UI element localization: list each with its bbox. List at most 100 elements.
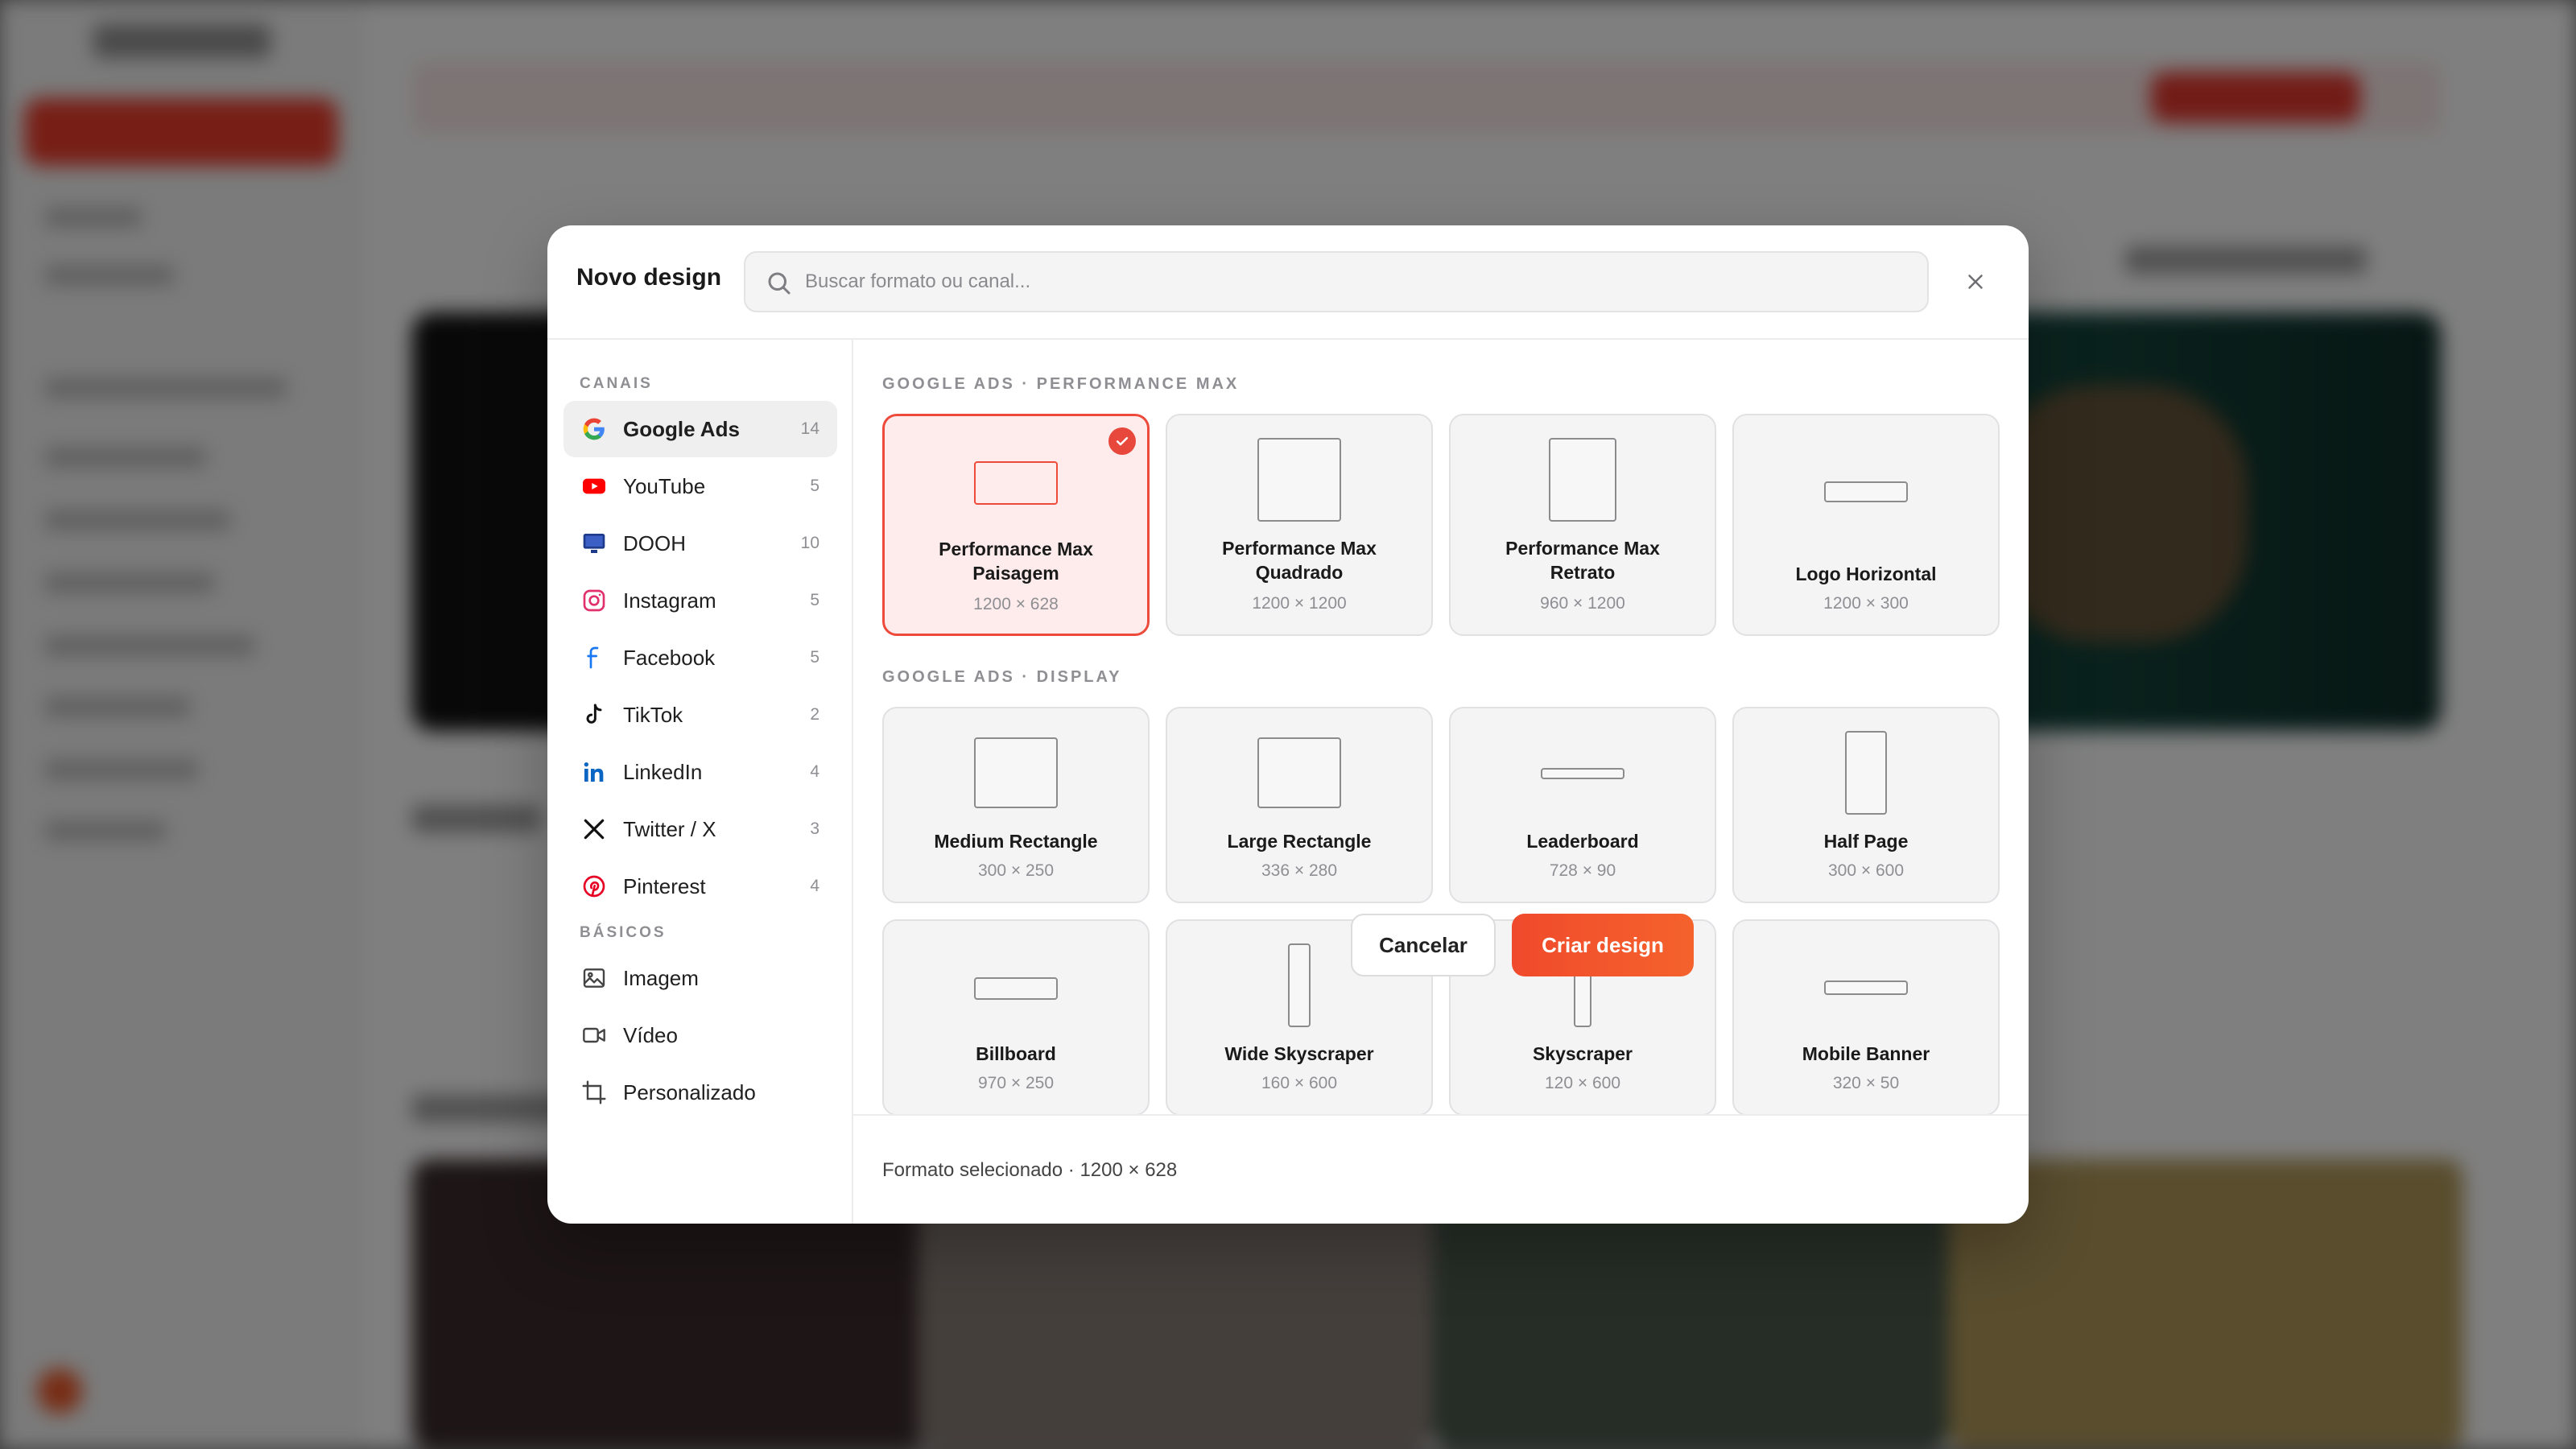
format-card-medium-rectangle[interactable]: Medium Rectangle 300 × 250 bbox=[882, 707, 1150, 903]
format-content: GOOGLE ADS · PERFORMANCE MAX Performance… bbox=[853, 340, 2029, 1114]
close-button[interactable] bbox=[1955, 261, 1996, 303]
format-name: Large Rectangle bbox=[1227, 831, 1372, 852]
search-input[interactable] bbox=[805, 253, 1916, 311]
format-card-large-rectangle[interactable]: Large Rectangle 336 × 280 bbox=[1166, 707, 1433, 903]
sidebar-item-label: Vídeo bbox=[623, 1023, 678, 1047]
sidebar-item-label: Imagem bbox=[623, 966, 699, 990]
format-preview-shape bbox=[1845, 731, 1887, 815]
format-name: Skyscraper bbox=[1532, 1043, 1633, 1064]
format-preview-shape bbox=[974, 461, 1058, 505]
format-preview-shape bbox=[1824, 980, 1908, 995]
sidebar-item-label: Google Ads bbox=[623, 417, 740, 441]
format-name: Leaderboard bbox=[1526, 831, 1639, 852]
sidebar-item-label: LinkedIn bbox=[623, 760, 703, 784]
pinterest-icon bbox=[583, 875, 605, 898]
sidebar-item-label: Facebook bbox=[623, 646, 716, 670]
sidebar-item-label: Instagram bbox=[623, 588, 716, 613]
sidebar-item-count: 4 bbox=[810, 762, 819, 781]
sidebar-item-tiktok[interactable]: TikTok 2 bbox=[564, 687, 837, 743]
format-preview-shape bbox=[974, 977, 1058, 1000]
sidebar-item-label: DOOH bbox=[623, 531, 686, 555]
create-design-button[interactable]: Criar design bbox=[1512, 914, 1694, 976]
format-size: 728 × 90 bbox=[1549, 861, 1616, 880]
sidebar-item-label: Twitter / X bbox=[623, 817, 716, 841]
group-title: GOOGLE ADS · DISPLAY bbox=[882, 668, 1122, 686]
image-icon bbox=[583, 968, 605, 988]
close-icon bbox=[1968, 275, 1983, 289]
format-card-mobile-banner[interactable]: Mobile Banner 320 × 50 bbox=[1732, 919, 2000, 1114]
modal-footer: Formato selecionado · 1200 × 628 bbox=[853, 1114, 2029, 1224]
x-icon bbox=[584, 819, 605, 840]
sidebar-item-google-ads[interactable]: Google Ads 14 bbox=[564, 401, 837, 457]
format-card-performance-max-landscape[interactable]: Performance Max Paisagem 1200 × 628 bbox=[882, 414, 1150, 636]
sidebar-item-label: Pinterest bbox=[623, 874, 706, 898]
sidebar-item-pinterest[interactable]: Pinterest 4 bbox=[564, 858, 837, 914]
group-title: GOOGLE ADS · PERFORMANCE MAX bbox=[882, 375, 1240, 393]
sidebar-item-label: Personalizado bbox=[623, 1080, 756, 1104]
format-size: 300 × 600 bbox=[1827, 861, 1904, 880]
format-preview-shape bbox=[1257, 438, 1341, 522]
youtube-icon bbox=[583, 478, 605, 494]
format-card-performance-max-square[interactable]: Performance Max Quadrado 1200 × 1200 bbox=[1166, 414, 1433, 636]
search-icon bbox=[768, 272, 791, 295]
sidebar-item-twitter-x[interactable]: Twitter / X 3 bbox=[564, 801, 837, 857]
sidebar-item-count: 5 bbox=[810, 477, 819, 495]
linkedin-icon bbox=[584, 762, 604, 782]
format-preview-shape bbox=[1288, 943, 1311, 1027]
instagram-icon bbox=[583, 589, 605, 612]
format-card-billboard[interactable]: Billboard 970 × 250 bbox=[882, 919, 1150, 1114]
sidebar-item-video[interactable]: Vídeo bbox=[564, 1007, 837, 1063]
cancel-button[interactable]: Cancelar bbox=[1351, 914, 1496, 976]
sidebar-item-count: 3 bbox=[810, 819, 819, 838]
search-box[interactable] bbox=[744, 251, 1929, 312]
format-size: 1200 × 1200 bbox=[1252, 594, 1347, 613]
sidebar-item-image[interactable]: Imagem bbox=[564, 950, 837, 1006]
sidebar-item-youtube[interactable]: YouTube 5 bbox=[564, 458, 837, 514]
format-card-leaderboard[interactable]: Leaderboard 728 × 90 bbox=[1449, 707, 1716, 903]
video-icon bbox=[583, 1027, 605, 1043]
format-size: 160 × 600 bbox=[1261, 1074, 1337, 1092]
format-name: Mobile Banner bbox=[1802, 1043, 1930, 1064]
monitor-icon bbox=[583, 534, 605, 553]
format-name: Performance Max Paisagem bbox=[939, 539, 1093, 584]
format-name: Wide Skyscraper bbox=[1224, 1043, 1374, 1064]
format-size: 960 × 1200 bbox=[1540, 594, 1625, 613]
crop-icon bbox=[582, 1080, 606, 1104]
format-card-half-page[interactable]: Half Page 300 × 600 bbox=[1732, 707, 2000, 903]
format-size: 970 × 250 bbox=[977, 1074, 1054, 1092]
format-size: 300 × 250 bbox=[977, 861, 1054, 880]
sidebar-item-count: 2 bbox=[810, 705, 819, 724]
channel-sidebar: CANAIS Google Ads 14 YouTube 5 DOOH 10 I… bbox=[547, 340, 853, 1224]
format-name: Performance Max Quadrado bbox=[1222, 538, 1377, 583]
sidebar-item-instagram[interactable]: Instagram 5 bbox=[564, 572, 837, 629]
section-label-basics: BÁSICOS bbox=[580, 924, 667, 941]
sidebar-item-label: TikTok bbox=[623, 703, 683, 727]
format-name: Medium Rectangle bbox=[934, 831, 1098, 852]
tiktok-icon bbox=[586, 704, 602, 724]
format-size: 1200 × 628 bbox=[973, 595, 1059, 613]
sidebar-item-dooh[interactable]: DOOH 10 bbox=[564, 515, 837, 572]
new-design-modal: Novo design CANAIS Google Ads 14 YouTube… bbox=[547, 225, 2029, 1224]
format-name: Billboard bbox=[976, 1043, 1056, 1064]
section-label-channels: CANAIS bbox=[580, 375, 653, 392]
format-preview-shape bbox=[1257, 737, 1341, 808]
format-size: 336 × 280 bbox=[1261, 861, 1337, 880]
format-size: 320 × 50 bbox=[1832, 1074, 1900, 1092]
format-preview-shape bbox=[1824, 481, 1908, 502]
format-preview-shape bbox=[974, 737, 1058, 808]
selected-check-icon bbox=[1108, 427, 1136, 455]
sidebar-item-custom[interactable]: Personalizado bbox=[564, 1064, 837, 1121]
sidebar-item-count: 4 bbox=[810, 877, 819, 895]
format-name: Logo Horizontal bbox=[1795, 564, 1937, 584]
format-card-performance-max-portrait[interactable]: Performance Max Retrato 960 × 1200 bbox=[1449, 414, 1716, 636]
sidebar-item-label: YouTube bbox=[623, 474, 706, 498]
format-name: Half Page bbox=[1823, 831, 1909, 852]
sidebar-item-facebook[interactable]: Facebook 5 bbox=[564, 630, 837, 686]
facebook-icon bbox=[587, 646, 599, 669]
sidebar-item-count: 10 bbox=[800, 534, 819, 552]
modal-title: Novo design bbox=[576, 264, 722, 291]
format-name: Performance Max Retrato bbox=[1505, 538, 1660, 583]
format-card-logo-horizontal[interactable]: Logo Horizontal 1200 × 300 bbox=[1732, 414, 2000, 636]
format-preview-shape bbox=[1549, 438, 1616, 522]
sidebar-item-linkedin[interactable]: LinkedIn 4 bbox=[564, 744, 837, 800]
